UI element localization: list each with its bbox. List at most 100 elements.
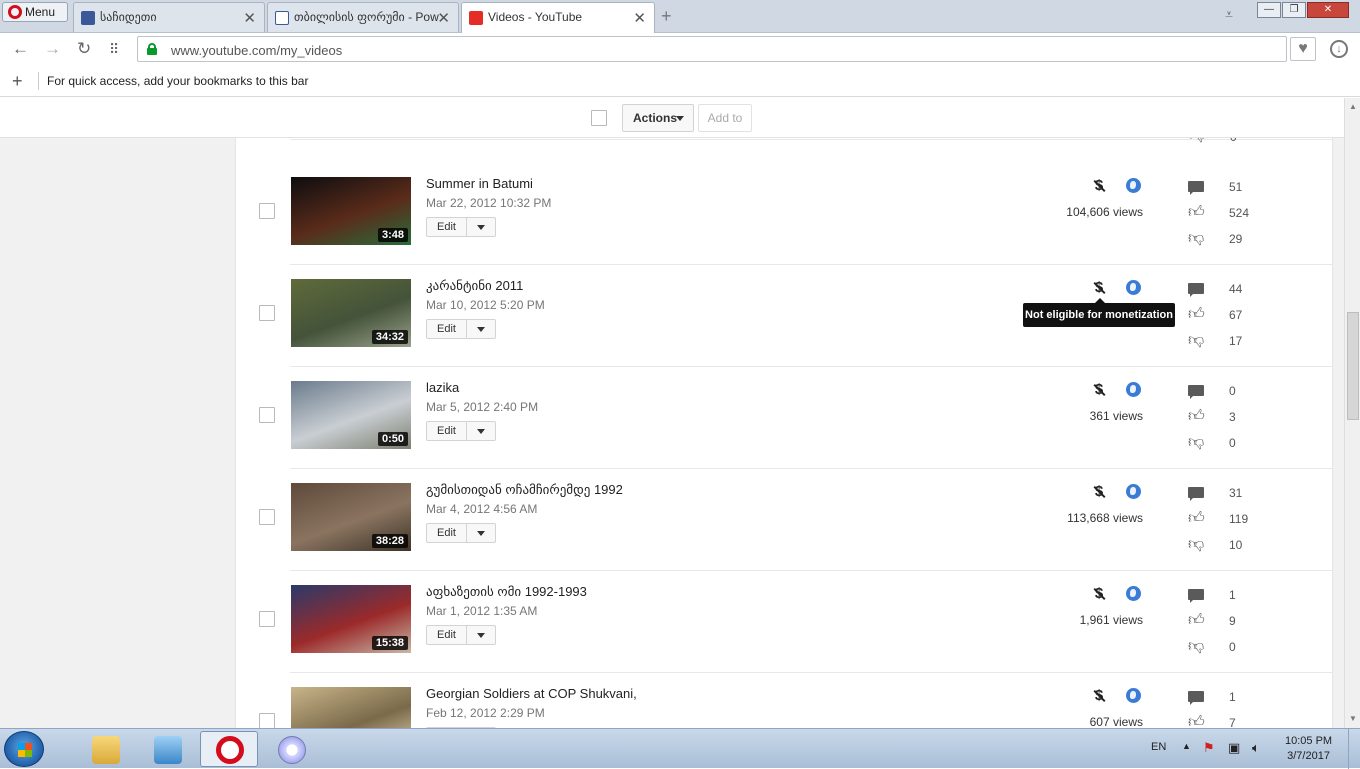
- chevron-down-icon[interactable]: [477, 531, 485, 536]
- network-icon[interactable]: ▣: [1228, 740, 1240, 756]
- video-select-checkbox[interactable]: [259, 713, 275, 728]
- video-duration: 15:38: [371, 636, 408, 650]
- taskbar-media-player[interactable]: [138, 731, 196, 767]
- public-globe-icon[interactable]: [1126, 688, 1141, 703]
- speed-dial-icon[interactable]: ⠿: [109, 41, 119, 58]
- video-title[interactable]: Summer in Batumi: [426, 176, 533, 191]
- video-date: Mar 4, 2012 4:56 AM: [426, 502, 538, 516]
- not-monetized-icon[interactable]: $: [1091, 483, 1107, 501]
- edit-label: Edit: [427, 422, 467, 440]
- dislike-count: 0: [1229, 436, 1236, 450]
- scrollbar-thumb[interactable]: [1347, 312, 1359, 420]
- divider: [38, 72, 39, 90]
- video-title[interactable]: lazika: [426, 380, 459, 395]
- video-thumbnail[interactable]: 15:38: [291, 585, 411, 653]
- tab-facebook[interactable]: საჩიდეთი ✕: [73, 2, 265, 32]
- edit-button[interactable]: Edit: [426, 523, 496, 543]
- volume-icon[interactable]: 🔈︎: [1252, 740, 1260, 756]
- taskbar-itunes[interactable]: [262, 731, 320, 767]
- chevron-down-icon[interactable]: [477, 633, 485, 638]
- public-globe-icon[interactable]: [1126, 586, 1141, 601]
- video-date: Mar 10, 2012 5:20 PM: [426, 298, 545, 312]
- taskbar-opera[interactable]: [200, 731, 258, 767]
- system-clock[interactable]: 10:05 PM 3/7/2017: [1285, 734, 1332, 764]
- not-monetized-icon[interactable]: $: [1091, 381, 1107, 399]
- show-hidden-icons-icon[interactable]: ▲: [1182, 741, 1191, 751]
- comment-count: 1: [1229, 690, 1236, 704]
- comment-icon: [1188, 487, 1204, 501]
- edit-button[interactable]: Edit: [426, 217, 496, 237]
- not-monetized-icon[interactable]: $: [1091, 585, 1107, 603]
- action-toolbar: Actions Add to: [0, 98, 1344, 138]
- video-select-checkbox[interactable]: [259, 305, 275, 321]
- public-globe-icon[interactable]: [1126, 178, 1141, 193]
- tab-menu-icon[interactable]: ⩡: [1225, 6, 1233, 23]
- show-desktop-button[interactable]: [1348, 729, 1360, 769]
- actions-button[interactable]: Actions: [622, 104, 694, 132]
- thumbs-up-icon: 👍︎: [1188, 510, 1205, 527]
- action-center-icon[interactable]: ⚑: [1203, 740, 1215, 756]
- video-select-checkbox[interactable]: [259, 407, 275, 423]
- bookmark-heart-icon[interactable]: ♥: [1290, 37, 1316, 61]
- close-tab-icon[interactable]: ✕: [437, 9, 450, 27]
- back-icon[interactable]: ←: [12, 39, 29, 59]
- url-field[interactable]: www.youtube.com/my_videos: [137, 36, 1287, 62]
- public-globe-icon[interactable]: [1126, 382, 1141, 397]
- page-scrollbar[interactable]: ▲ ▼: [1344, 98, 1360, 728]
- close-window-button[interactable]: ✕: [1307, 2, 1349, 18]
- public-globe-icon[interactable]: [1126, 484, 1141, 499]
- chevron-down-icon[interactable]: [477, 429, 485, 434]
- url-text: www.youtube.com/my_videos: [171, 43, 343, 58]
- browser-tab-bar: Menu საჩიდეთი ✕ თბილისის ფორუმი - Pow ✕ …: [0, 0, 1360, 33]
- facebook-icon: [81, 11, 95, 25]
- thumbs-up-icon: 👍︎: [1188, 204, 1205, 221]
- new-tab-icon[interactable]: +: [661, 6, 672, 27]
- edit-button[interactable]: Edit: [426, 319, 496, 339]
- video-row: 34:32 კარანტინი 2011 Mar 10, 2012 5:20 PM E…: [259, 265, 1332, 367]
- chevron-down-icon[interactable]: [477, 327, 485, 332]
- not-monetized-icon[interactable]: $: [1091, 177, 1107, 195]
- video-thumbnail[interactable]: 34:32: [291, 279, 411, 347]
- add-to-button[interactable]: Add to: [698, 104, 752, 132]
- opera-menu-button[interactable]: Menu: [2, 2, 68, 22]
- edit-button[interactable]: Edit: [426, 421, 496, 441]
- video-title[interactable]: აფხაზეთის ომი 1992-1993: [426, 584, 587, 600]
- download-icon[interactable]: ↓: [1330, 40, 1348, 58]
- video-thumbnail[interactable]: 0:50: [291, 381, 411, 449]
- video-title[interactable]: გუმისთიდან ოჩამჩირემდე 1992: [426, 482, 623, 498]
- video-thumbnail[interactable]: 3:48: [291, 177, 411, 245]
- close-tab-icon[interactable]: ✕: [243, 9, 256, 27]
- minimize-button[interactable]: —: [1257, 2, 1281, 18]
- add-bookmark-icon[interactable]: +: [12, 71, 23, 92]
- public-globe-icon[interactable]: [1126, 280, 1141, 295]
- video-thumbnail[interactable]: [291, 687, 411, 728]
- reload-icon[interactable]: ↻: [77, 39, 91, 59]
- scroll-down-icon[interactable]: ▼: [1349, 714, 1357, 723]
- tab-forum[interactable]: თბილისის ფორუმი - Pow ✕: [267, 2, 459, 32]
- select-all-checkbox[interactable]: [591, 110, 607, 126]
- chevron-down-icon[interactable]: [477, 225, 485, 230]
- video-thumbnail[interactable]: 38:28: [291, 483, 411, 551]
- taskbar-explorer[interactable]: [76, 731, 134, 767]
- language-indicator[interactable]: EN: [1151, 741, 1166, 753]
- edit-button[interactable]: Edit: [426, 625, 496, 645]
- close-tab-icon[interactable]: ✕: [633, 9, 646, 27]
- comment-count: 0: [1229, 384, 1236, 398]
- start-button[interactable]: [4, 731, 44, 767]
- video-title[interactable]: კარანტინი 2011: [426, 278, 523, 294]
- video-select-checkbox[interactable]: [259, 611, 275, 627]
- scroll-up-icon[interactable]: ▲: [1349, 102, 1357, 111]
- video-select-checkbox[interactable]: [259, 509, 275, 525]
- not-monetized-icon[interactable]: $: [1091, 279, 1107, 297]
- not-monetized-icon[interactable]: $: [1091, 687, 1107, 705]
- edit-label: Edit: [427, 626, 467, 644]
- video-duration: 3:48: [377, 228, 408, 242]
- forward-icon[interactable]: →: [44, 39, 61, 59]
- video-select-checkbox[interactable]: [259, 203, 275, 219]
- comment-count: 31: [1229, 486, 1243, 500]
- tab-youtube[interactable]: Videos - YouTube ✕: [461, 2, 655, 33]
- video-title[interactable]: Georgian Soldiers at COP Shukvani,: [426, 686, 637, 701]
- dislike-count: 29: [1229, 232, 1243, 246]
- maximize-button[interactable]: ❐: [1282, 2, 1306, 18]
- windows-taskbar: EN ▲ ⚑ ▣ 🔈︎ 10:05 PM 3/7/2017: [0, 728, 1360, 769]
